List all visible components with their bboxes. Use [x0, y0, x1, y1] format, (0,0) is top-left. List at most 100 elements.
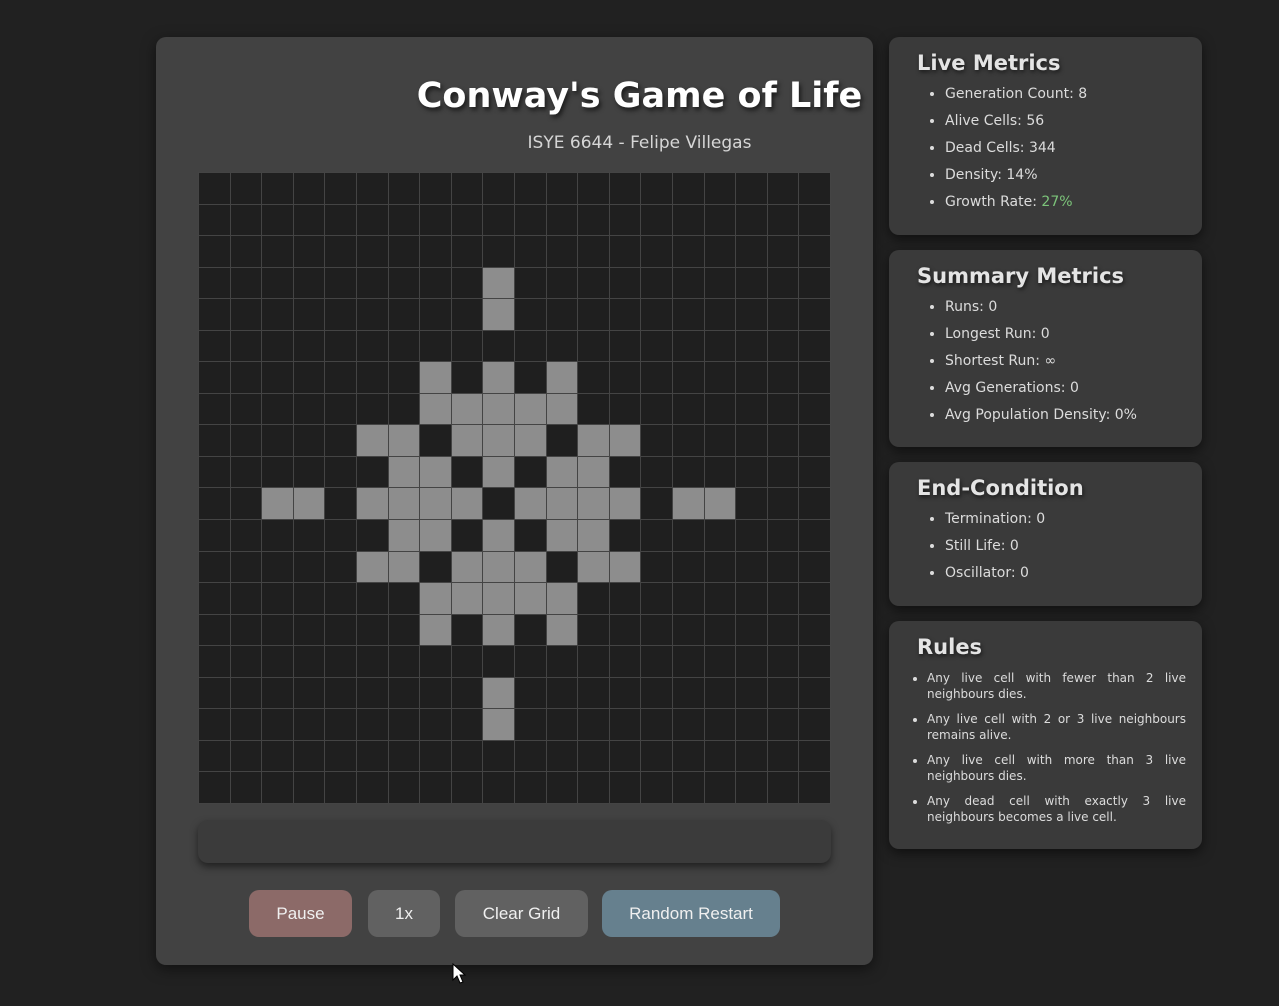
grid-cell[interactable] [736, 551, 767, 583]
grid-cell[interactable] [609, 456, 641, 488]
grid-cell[interactable] [673, 236, 704, 267]
grid-cell[interactable] [388, 614, 420, 646]
grid-cell-alive[interactable] [483, 362, 514, 393]
grid-cell[interactable] [609, 393, 641, 425]
grid-cell[interactable] [515, 709, 546, 740]
grid-cell[interactable] [673, 772, 704, 803]
grid-cell[interactable] [230, 709, 262, 740]
grid-cell[interactable] [515, 677, 546, 709]
grid-cell[interactable] [799, 520, 830, 551]
grid-cell[interactable] [451, 740, 483, 772]
grid-cell-alive[interactable] [420, 614, 451, 646]
grid-cell[interactable] [293, 614, 325, 646]
grid-cell[interactable] [704, 393, 736, 425]
grid-cell[interactable] [451, 173, 483, 204]
grid-cell[interactable] [262, 204, 293, 236]
grid-cell[interactable] [451, 236, 483, 267]
grid-cell[interactable] [451, 520, 483, 551]
grid-cell[interactable] [293, 330, 325, 362]
grid-cell[interactable] [515, 614, 546, 646]
grid-cell[interactable] [420, 267, 451, 299]
grid-cell[interactable] [451, 677, 483, 709]
grid-cell[interactable] [420, 299, 451, 330]
grid-cell[interactable] [799, 488, 830, 520]
grid-cell-alive[interactable] [578, 551, 609, 583]
grid-cell[interactable] [609, 583, 641, 614]
grid-cell[interactable] [262, 173, 293, 204]
grid-cell[interactable] [230, 299, 262, 330]
grid-cell[interactable] [262, 267, 293, 299]
grid-cell[interactable] [546, 677, 578, 709]
grid-cell[interactable] [799, 646, 830, 677]
grid-cell-alive[interactable] [515, 551, 546, 583]
grid-cell[interactable] [609, 614, 641, 646]
grid-cell[interactable] [388, 267, 420, 299]
grid-cell[interactable] [420, 425, 451, 456]
grid-cell[interactable] [199, 456, 230, 488]
grid-cell[interactable] [515, 299, 546, 330]
grid-cell-alive[interactable] [451, 393, 483, 425]
grid-cell[interactable] [546, 646, 578, 677]
grid-cell[interactable] [578, 236, 609, 267]
grid-cell[interactable] [767, 362, 799, 393]
grid-cell-alive[interactable] [420, 488, 451, 520]
grid-cell[interactable] [736, 456, 767, 488]
grid-cell-alive[interactable] [515, 488, 546, 520]
grid-cell[interactable] [515, 362, 546, 393]
grid-cell-alive[interactable] [609, 551, 641, 583]
grid-cell[interactable] [578, 393, 609, 425]
grid-cell[interactable] [673, 299, 704, 330]
grid-cell[interactable] [199, 362, 230, 393]
grid-cell[interactable] [736, 236, 767, 267]
grid-cell-alive[interactable] [704, 488, 736, 520]
grid-cell[interactable] [451, 646, 483, 677]
grid-cell[interactable] [388, 646, 420, 677]
grid-cell[interactable] [609, 772, 641, 803]
grid-cell-alive[interactable] [451, 425, 483, 456]
clear-grid-button[interactable]: Clear Grid [455, 890, 588, 937]
grid-cell[interactable] [673, 330, 704, 362]
grid-cell[interactable] [230, 583, 262, 614]
grid-cell[interactable] [641, 677, 672, 709]
grid-cell[interactable] [578, 330, 609, 362]
grid-cell-alive[interactable] [388, 425, 420, 456]
grid-cell-alive[interactable] [293, 488, 325, 520]
grid-cell[interactable] [451, 204, 483, 236]
grid-cell-alive[interactable] [483, 456, 514, 488]
grid-cell[interactable] [641, 204, 672, 236]
grid-cell[interactable] [609, 646, 641, 677]
grid-cell[interactable] [230, 425, 262, 456]
grid-cell[interactable] [420, 677, 451, 709]
grid-cell[interactable] [483, 646, 514, 677]
grid-cell[interactable] [736, 520, 767, 551]
grid-cell[interactable] [641, 173, 672, 204]
grid-cell[interactable] [736, 204, 767, 236]
grid-cell-alive[interactable] [546, 583, 578, 614]
grid-cell[interactable] [515, 267, 546, 299]
grid-cell[interactable] [704, 614, 736, 646]
grid-cell[interactable] [325, 677, 356, 709]
grid-cell[interactable] [199, 677, 230, 709]
pause-button[interactable]: Pause [249, 890, 352, 937]
grid-cell-alive[interactable] [578, 425, 609, 456]
grid-cell[interactable] [578, 709, 609, 740]
grid-cell-alive[interactable] [483, 614, 514, 646]
grid-cell[interactable] [767, 740, 799, 772]
grid-cell-alive[interactable] [388, 456, 420, 488]
grid-cell[interactable] [325, 330, 356, 362]
grid-cell-alive[interactable] [388, 520, 420, 551]
grid-cell-alive[interactable] [546, 520, 578, 551]
grid-cell[interactable] [262, 330, 293, 362]
grid-cell[interactable] [357, 709, 388, 740]
grid-cell[interactable] [230, 173, 262, 204]
grid-cell[interactable] [515, 173, 546, 204]
grid-cell[interactable] [262, 362, 293, 393]
grid-cell[interactable] [325, 709, 356, 740]
grid-cell[interactable] [515, 236, 546, 267]
grid-cell[interactable] [325, 425, 356, 456]
grid-cell[interactable] [799, 393, 830, 425]
grid-cell[interactable] [736, 299, 767, 330]
grid-cell[interactable] [673, 267, 704, 299]
grid-cell[interactable] [767, 488, 799, 520]
grid-cell[interactable] [609, 740, 641, 772]
